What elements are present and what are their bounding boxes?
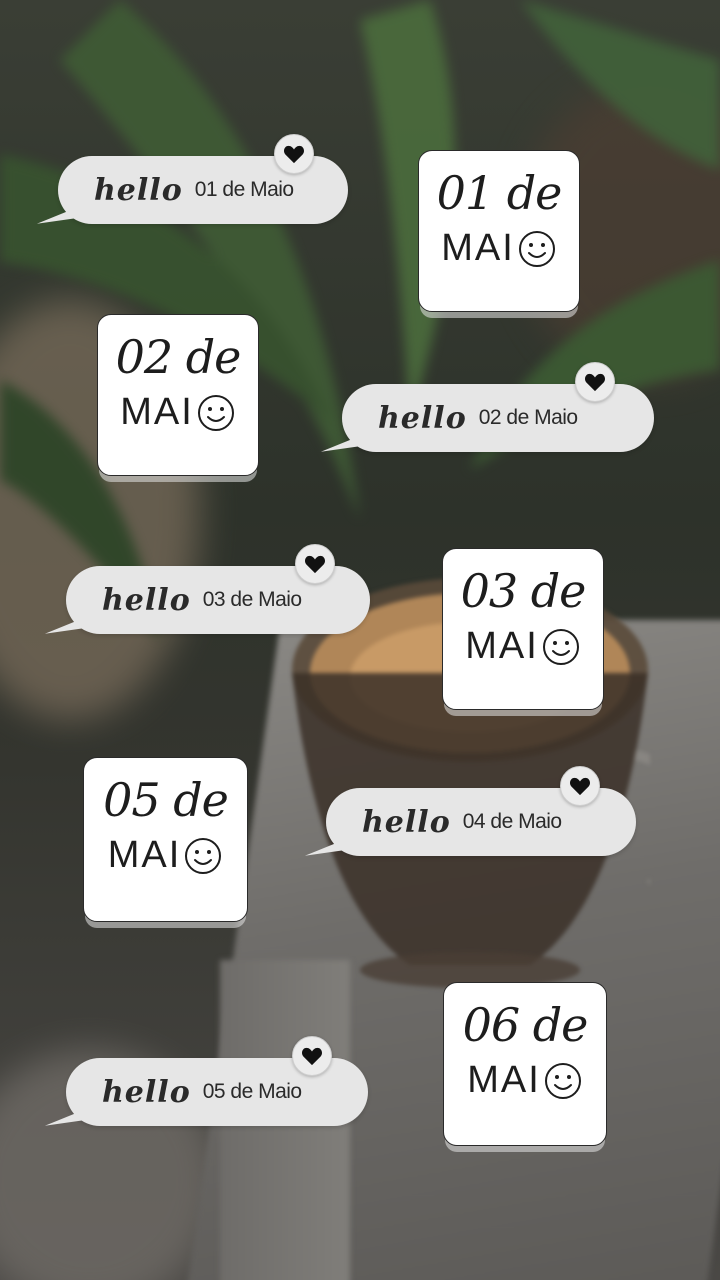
hello-bubble-01[interactable]: hello 01 de Maio [35, 134, 348, 224]
bubble-date: 01 de Maio [194, 178, 294, 201]
hello-text: hello [102, 1074, 191, 1110]
bubble-date: 04 de Maio [462, 810, 562, 833]
smiley-icon [544, 1062, 581, 1099]
heart-icon [274, 134, 314, 174]
hello-text: hello [378, 400, 467, 436]
card-day: 02 de [115, 330, 242, 384]
date-card-02[interactable]: 02 de MAI [97, 314, 259, 476]
hello-text: hello [102, 582, 191, 618]
card-day: 01 de [436, 166, 563, 220]
card-day: 06 de [462, 998, 589, 1052]
card-month: MAI [107, 834, 182, 876]
card-day: 05 de [103, 773, 229, 827]
smiley-icon [542, 628, 579, 665]
hello-bubble-02[interactable]: hello 02 de Maio [319, 362, 654, 452]
card-month: MAI [120, 391, 194, 433]
heart-icon [295, 544, 335, 584]
hello-text: hello [362, 804, 451, 840]
card-month: MAI [467, 1059, 541, 1101]
date-card-06[interactable]: 06 de MAI [443, 982, 607, 1146]
date-card-01[interactable]: 01 de MAI [418, 150, 580, 312]
smiley-icon [518, 230, 555, 267]
smiley-icon [197, 394, 234, 431]
heart-icon [575, 362, 615, 402]
bubble-date: 02 de Maio [478, 406, 578, 429]
smiley-icon [185, 837, 222, 874]
date-card-03[interactable]: 03 de MAI [442, 548, 604, 710]
card-day: 03 de [460, 564, 587, 618]
card-month: MAI [465, 625, 539, 667]
bubble-date: 05 de Maio [202, 1080, 302, 1103]
hello-bubble-05[interactable]: hello 05 de Maio [43, 1036, 368, 1126]
card-month: MAI [441, 227, 515, 269]
hello-bubble-04[interactable]: hello 04 de Maio [303, 766, 636, 856]
bubble-date: 03 de Maio [202, 588, 302, 611]
heart-icon [292, 1036, 332, 1076]
heart-icon [560, 766, 600, 806]
date-card-05[interactable]: 05 de MAI [83, 757, 248, 922]
hello-text: hello [94, 172, 183, 208]
hello-bubble-03[interactable]: hello 03 de Maio [43, 544, 370, 634]
